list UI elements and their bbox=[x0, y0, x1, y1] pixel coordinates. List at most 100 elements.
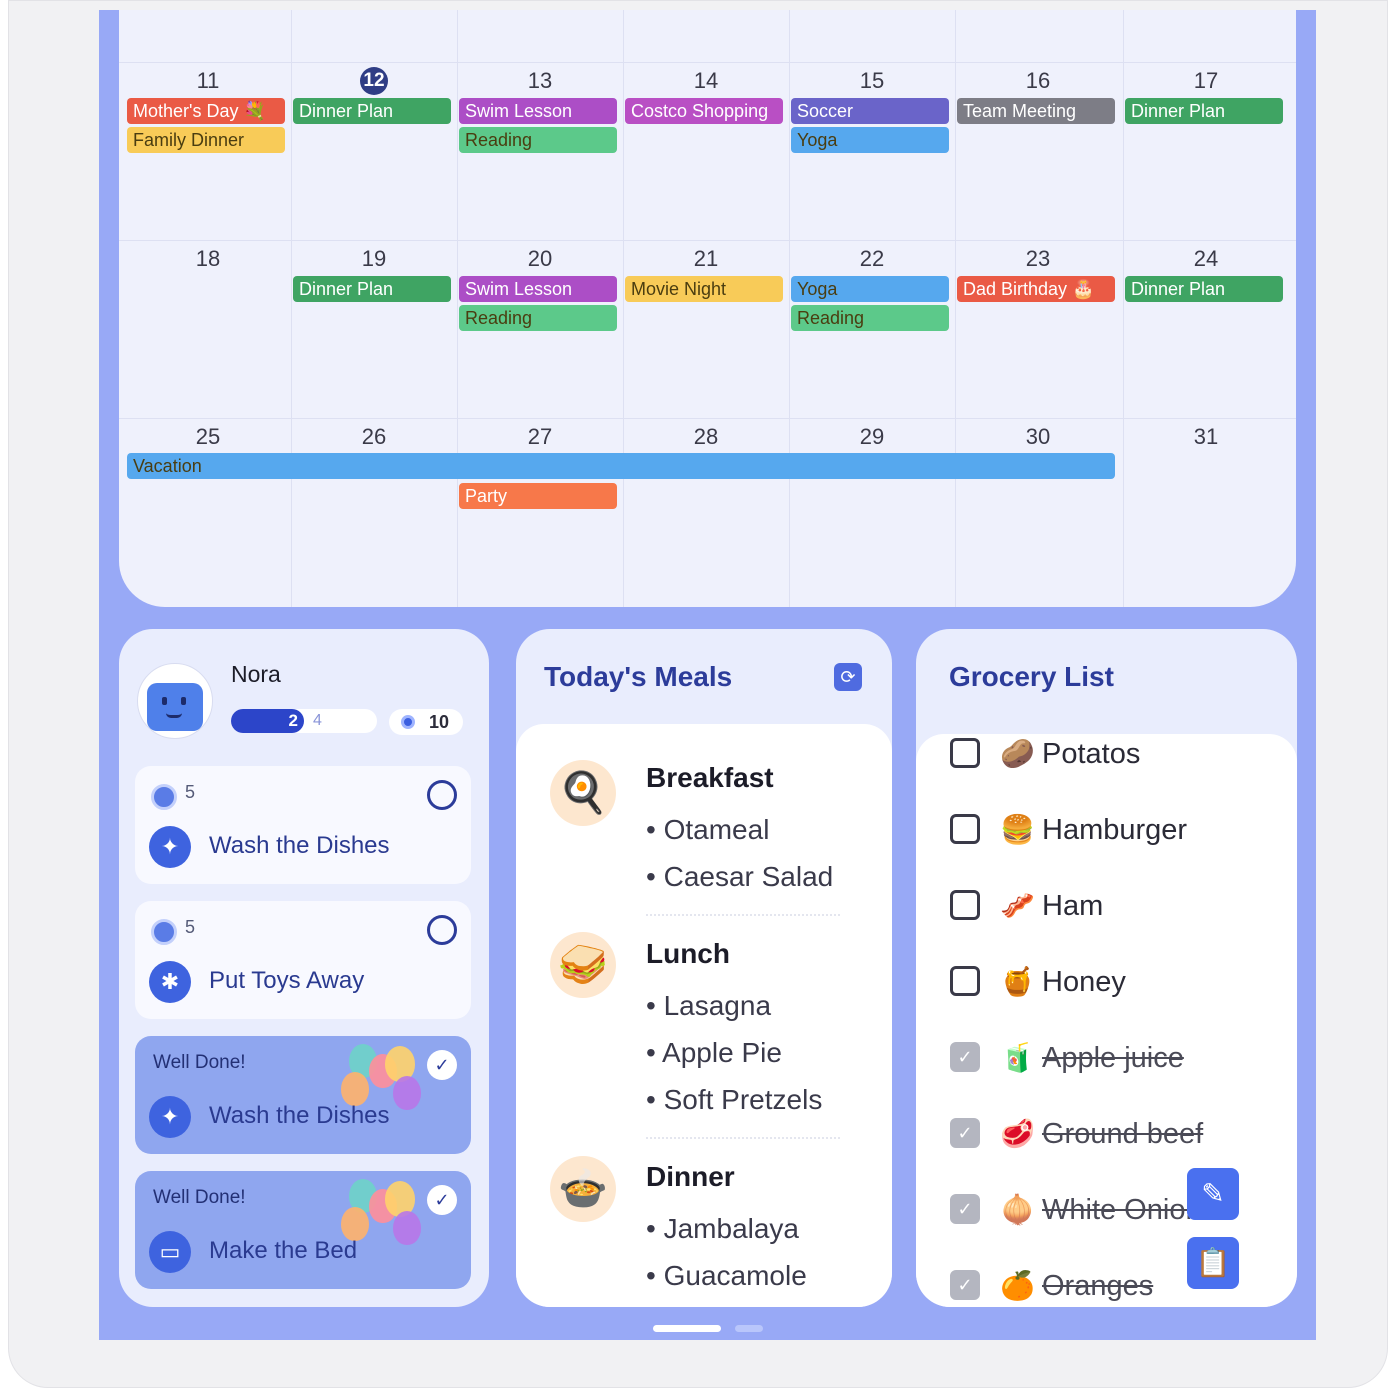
calendar-event[interactable]: Dad Birthday 🎂 bbox=[957, 276, 1115, 302]
grocery-item[interactable]: 🥔 Potatos bbox=[950, 734, 1280, 774]
day-number[interactable]: 11 bbox=[125, 68, 291, 94]
device-frame: 11 12 13 14 15 16 17 18 19 20 21 22 23 2… bbox=[8, 0, 1388, 1388]
day-number[interactable]: 30 bbox=[955, 424, 1121, 450]
calendar-month-grid: 11 12 13 14 15 16 17 18 19 20 21 22 23 2… bbox=[119, 10, 1296, 607]
day-divider bbox=[955, 10, 956, 607]
avatar-mouth bbox=[166, 713, 182, 718]
day-number[interactable]: 23 bbox=[955, 246, 1121, 272]
day-number[interactable]: 24 bbox=[1123, 246, 1289, 272]
user-avatar[interactable] bbox=[137, 663, 213, 739]
coin-counter: 10 bbox=[389, 709, 463, 735]
screen: 11 12 13 14 15 16 17 18 19 20 21 22 23 2… bbox=[99, 10, 1316, 1340]
day-number[interactable]: 25 bbox=[125, 424, 291, 450]
meal-item[interactable]: • Soft Pretzels bbox=[646, 1084, 822, 1116]
meal-item[interactable]: • Caesar Salad bbox=[646, 861, 833, 893]
calendar-event[interactable]: Reading bbox=[791, 305, 949, 331]
calendar-event[interactable]: Dinner Plan bbox=[1125, 98, 1283, 124]
meal-item-label: Soft Pretzels bbox=[663, 1084, 823, 1115]
meal-name: Dinner bbox=[646, 1161, 735, 1192]
day-number[interactable]: 29 bbox=[789, 424, 955, 450]
calendar-event[interactable]: Soccer bbox=[791, 98, 949, 124]
meals-title: Today's Meals bbox=[544, 661, 733, 692]
grocery-checkbox-checked[interactable]: ✓ bbox=[950, 1270, 980, 1300]
day-number[interactable]: 21 bbox=[623, 246, 789, 272]
chore-complete-toggle[interactable] bbox=[427, 915, 457, 945]
meal-item[interactable]: • Lasagna bbox=[646, 990, 771, 1022]
day-number[interactable]: 31 bbox=[1123, 424, 1289, 450]
meal-item[interactable]: • Jambalaya bbox=[646, 1213, 799, 1245]
day-number[interactable]: 17 bbox=[1123, 68, 1289, 94]
meal-item[interactable]: • Guacamole bbox=[646, 1260, 807, 1292]
grocery-checkbox[interactable] bbox=[950, 738, 980, 768]
grocery-item-name: Ground beef bbox=[1042, 1118, 1204, 1150]
grocery-checkbox[interactable] bbox=[950, 814, 980, 844]
week-divider bbox=[119, 418, 1296, 419]
chore-complete-toggle[interactable] bbox=[427, 780, 457, 810]
grocery-item[interactable]: 🥓 Ham bbox=[950, 886, 1280, 926]
chore-item[interactable]: 5 ✱ Put Toys Away bbox=[135, 901, 471, 1019]
edit-icon[interactable]: ✎ bbox=[1187, 1168, 1239, 1220]
calendar-event[interactable]: Yoga bbox=[791, 276, 949, 302]
meat-icon: 🥩 bbox=[1000, 1118, 1035, 1149]
day-number[interactable]: 28 bbox=[623, 424, 789, 450]
grocery-list: 🥔 Potatos 🍔 Hamburger 🥓 Ham 🍯 Honey ✓ 🧃 … bbox=[916, 734, 1297, 1307]
grocery-checkbox[interactable] bbox=[950, 890, 980, 920]
day-number[interactable]: 16 bbox=[955, 68, 1121, 94]
day-number[interactable]: 22 bbox=[789, 246, 955, 272]
calendar-event[interactable]: Reading bbox=[459, 127, 617, 153]
day-number[interactable]: 15 bbox=[789, 68, 955, 94]
grocery-checkbox-checked[interactable]: ✓ bbox=[950, 1118, 980, 1148]
calendar-event[interactable]: Swim Lesson bbox=[459, 276, 617, 302]
day-divider bbox=[789, 10, 790, 607]
calendar-event[interactable]: Costco Shopping bbox=[625, 98, 783, 124]
progress-total-value: 4 bbox=[313, 712, 322, 729]
chore-item-done[interactable]: Well Done! ✓ ▭ Make the Bed bbox=[135, 1171, 471, 1289]
chore-item[interactable]: 5 ✦ Wash the Dishes bbox=[135, 766, 471, 884]
calendar-event[interactable]: Dinner Plan bbox=[1125, 276, 1283, 302]
calendar-event[interactable]: Party bbox=[459, 483, 617, 509]
page-indicator-active[interactable] bbox=[653, 1325, 721, 1332]
calendar-event[interactable]: Dinner Plan bbox=[293, 98, 451, 124]
day-number[interactable]: 20 bbox=[457, 246, 623, 272]
calendar-event[interactable]: Reading bbox=[459, 305, 617, 331]
day-number[interactable]: 27 bbox=[457, 424, 623, 450]
grocery-item-checked[interactable]: ✓ 🧃 Apple juice bbox=[950, 1038, 1280, 1078]
day-number[interactable]: 26 bbox=[291, 424, 457, 450]
grocery-item[interactable]: 🍔 Hamburger bbox=[950, 810, 1280, 850]
calendar-event[interactable]: Yoga bbox=[791, 127, 949, 153]
coin-count: 10 bbox=[429, 712, 450, 732]
calendar-event-multiday[interactable]: Vacation bbox=[127, 453, 1115, 479]
calendar-event[interactable]: Team Meeting bbox=[957, 98, 1115, 124]
balloon-icon bbox=[393, 1076, 421, 1110]
grocery-checkbox-checked[interactable]: ✓ bbox=[950, 1194, 980, 1224]
day-number[interactable]: 13 bbox=[457, 68, 623, 94]
grocery-item[interactable]: 🍯 Honey bbox=[950, 962, 1280, 1002]
day-number-today[interactable]: 12 bbox=[291, 66, 457, 95]
grocery-checkbox-checked[interactable]: ✓ bbox=[950, 1042, 980, 1072]
calendar-event[interactable]: Mother's Day 💐 bbox=[127, 98, 285, 124]
check-icon[interactable]: ✓ bbox=[427, 1185, 457, 1215]
check-icon[interactable]: ✓ bbox=[427, 1050, 457, 1080]
chore-name: Put Toys Away bbox=[209, 967, 365, 994]
clipboard-add-icon[interactable]: 📋 bbox=[1187, 1237, 1239, 1289]
calendar-event[interactable]: Swim Lesson bbox=[459, 98, 617, 124]
chore-name: Wash the Dishes bbox=[209, 832, 390, 859]
meal-item-label: Apple Pie bbox=[662, 1037, 782, 1068]
grocery-item-checked[interactable]: ✓ 🥩 Ground beef bbox=[950, 1114, 1280, 1154]
bed-icon: ▭ bbox=[149, 1231, 191, 1273]
page-indicator[interactable] bbox=[735, 1325, 763, 1332]
lunch-sandwich-icon: 🥪 bbox=[550, 932, 616, 998]
calendar-event[interactable]: Dinner Plan bbox=[293, 276, 451, 302]
chore-item-done[interactable]: Well Done! ✓ ✦ Wash the Dishes bbox=[135, 1036, 471, 1154]
refresh-icon[interactable]: ⟳ bbox=[834, 663, 862, 691]
day-number[interactable]: 18 bbox=[125, 246, 291, 272]
grocery-checkbox[interactable] bbox=[950, 966, 980, 996]
calendar-event[interactable]: Movie Night bbox=[625, 276, 783, 302]
day-number[interactable]: 14 bbox=[623, 68, 789, 94]
day-number[interactable]: 19 bbox=[291, 246, 457, 272]
meal-item[interactable]: • Otameal bbox=[646, 814, 769, 846]
balloon-icon bbox=[341, 1207, 369, 1241]
meal-item[interactable]: • Apple Pie bbox=[646, 1037, 782, 1069]
teddy-bear-icon: ✱ bbox=[149, 961, 191, 1003]
calendar-event[interactable]: Family Dinner bbox=[127, 127, 285, 153]
